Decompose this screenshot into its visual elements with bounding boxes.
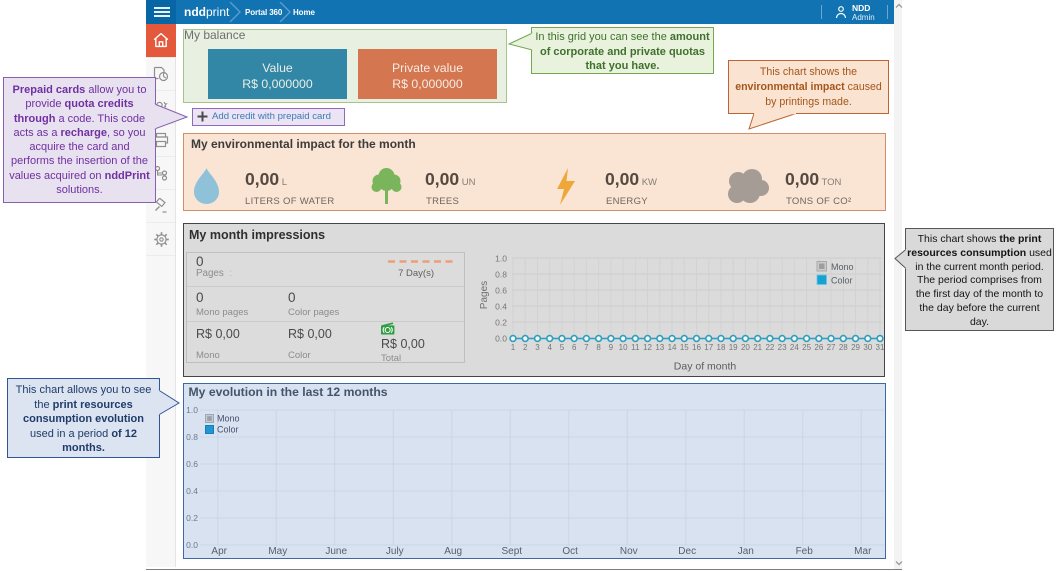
svg-text:Mono: Mono bbox=[217, 414, 240, 424]
svg-text:0.6: 0.6 bbox=[186, 459, 198, 469]
svg-text:0.8: 0.8 bbox=[186, 432, 198, 442]
svg-text:1.0: 1.0 bbox=[186, 405, 198, 415]
svg-text:Mar: Mar bbox=[854, 546, 872, 557]
svg-text:Feb: Feb bbox=[796, 546, 814, 557]
svg-text:Sept: Sept bbox=[502, 546, 523, 557]
svg-text:May: May bbox=[268, 546, 287, 557]
svg-text:Color: Color bbox=[217, 425, 239, 435]
svg-text:0.4: 0.4 bbox=[186, 486, 198, 496]
svg-text:Jan: Jan bbox=[738, 546, 754, 557]
svg-text:0.0: 0.0 bbox=[186, 540, 198, 550]
svg-text:Dec: Dec bbox=[678, 546, 696, 557]
svg-text:0.2: 0.2 bbox=[186, 513, 198, 523]
svg-text:Nov: Nov bbox=[620, 546, 638, 557]
svg-text:Apr: Apr bbox=[211, 546, 227, 557]
svg-text:June: June bbox=[325, 546, 347, 557]
svg-text:Aug: Aug bbox=[444, 546, 462, 557]
svg-text:Oct: Oct bbox=[562, 546, 578, 557]
svg-text:July: July bbox=[386, 546, 404, 557]
